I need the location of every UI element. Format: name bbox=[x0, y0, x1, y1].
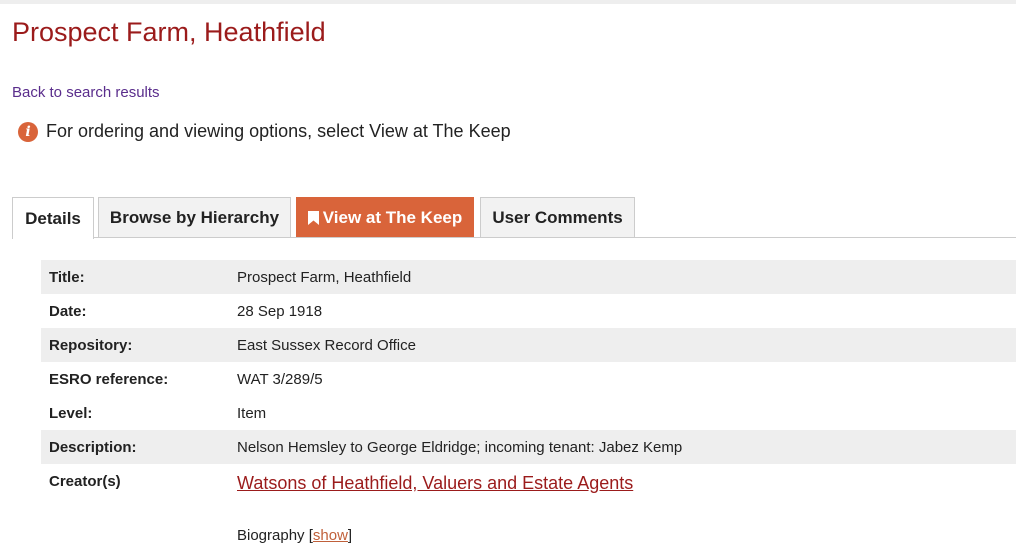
creator-cell: Watsons of Heathfield, Valuers and Estat… bbox=[222, 464, 1016, 558]
biography-line: Biography [show] bbox=[237, 527, 1008, 544]
biography-close: ] bbox=[347, 527, 353, 544]
detail-row-repository: Repository: East Sussex Record Office bbox=[41, 328, 1016, 362]
biography-label: Biography [ bbox=[237, 527, 313, 544]
detail-value: Prospect Farm, Heathfield bbox=[222, 260, 1016, 294]
tab-user-comments-label: User Comments bbox=[492, 207, 623, 227]
notice-text: For ordering and viewing options, select… bbox=[46, 121, 511, 141]
top-strip bbox=[0, 0, 1016, 4]
detail-row-description: Description: Nelson Hemsley to George El… bbox=[41, 430, 1016, 464]
tab-view-keep-label: View at The Keep bbox=[322, 207, 463, 227]
creator-link[interactable]: Watsons of Heathfield, Valuers and Estat… bbox=[237, 473, 1008, 494]
tab-details-label: Details bbox=[25, 208, 81, 228]
back-to-search-link[interactable]: Back to search results bbox=[12, 84, 160, 101]
detail-row-title: Title: Prospect Farm, Heathfield bbox=[41, 260, 1016, 294]
detail-value: WAT 3/289/5 bbox=[237, 370, 323, 388]
detail-label: Description: bbox=[41, 430, 222, 464]
detail-label: Date: bbox=[49, 302, 87, 320]
detail-value: East Sussex Record Office bbox=[222, 328, 1016, 362]
tab-view-at-the-keep[interactable]: View at The Keep bbox=[296, 197, 474, 237]
detail-row-date: Date: 28 Sep 1918 bbox=[41, 294, 1016, 328]
ordering-notice: i For ordering and viewing options, sele… bbox=[18, 121, 511, 142]
tabs-divider bbox=[12, 237, 1016, 238]
detail-row-creator: Creator(s) Watsons of Heathfield, Valuer… bbox=[41, 464, 1016, 558]
detail-label: Creator(s) bbox=[49, 473, 121, 490]
details-table: Title: Prospect Farm, Heathfield Date: 2… bbox=[41, 260, 1016, 558]
biography-show-link[interactable]: show bbox=[313, 527, 348, 544]
bookmark-icon bbox=[307, 210, 319, 225]
tab-browse-label: Browse by Hierarchy bbox=[109, 207, 280, 227]
detail-label: Repository: bbox=[41, 328, 222, 362]
detail-value: Nelson Hemsley to George Eldridge; incom… bbox=[222, 430, 1016, 464]
detail-label: ESRO reference: bbox=[49, 370, 169, 388]
tab-browse-by-hierarchy[interactable]: Browse by Hierarchy bbox=[98, 197, 291, 237]
page-title: Prospect Farm, Heathfield bbox=[12, 17, 326, 47]
detail-value: Item bbox=[237, 404, 267, 422]
detail-label: Title: bbox=[41, 260, 222, 294]
detail-row-level: Level: Item bbox=[41, 396, 1016, 430]
detail-value: 28 Sep 1918 bbox=[237, 302, 323, 320]
tab-details[interactable]: Details bbox=[12, 197, 94, 239]
detail-row-reference: ESRO reference: WAT 3/289/5 bbox=[41, 362, 1016, 396]
tab-user-comments[interactable]: User Comments bbox=[480, 197, 635, 237]
info-icon: i bbox=[18, 121, 38, 142]
detail-label: Level: bbox=[49, 404, 93, 422]
